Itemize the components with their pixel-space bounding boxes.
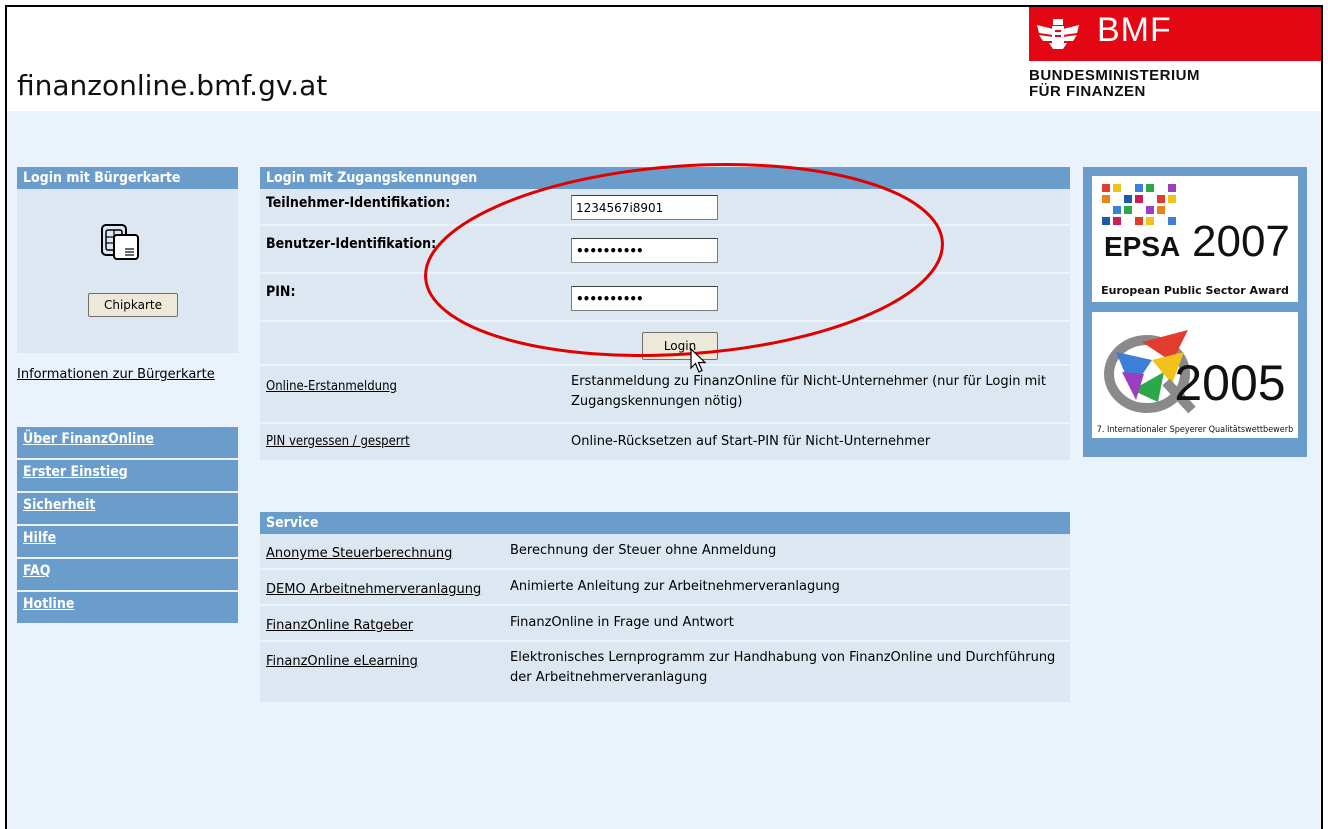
login-panel: Login mit Zugangskennungen Teilnehmer-Id… <box>260 167 1070 462</box>
nav-item-ueber-finanzonline[interactable]: Über FinanzOnline <box>17 427 238 460</box>
online-erstanmeldung-desc: Erstanmeldung zu FinanzOnline für Nicht-… <box>571 374 1046 409</box>
online-erstanmeldung-link[interactable]: Online-Erstanmeldung <box>266 379 397 394</box>
page-frame: finanzonline.bmf.gv.at BMF BUNDESMINISTE… <box>5 5 1323 829</box>
epsa-color-square <box>1113 206 1121 214</box>
pin-vergessen-row: PIN vergessen / gesperrt Online-Rücksetz… <box>260 424 1070 462</box>
epsa-color-square <box>1157 206 1165 214</box>
epsa-logo-icon: EPSA 2007 European Public Sector Award <box>1101 184 1290 297</box>
epsa-color-square <box>1135 217 1143 225</box>
buergerkarte-info-row: Informationen zur Bürgerkarte <box>17 353 238 393</box>
demo-arbeitnehmerveranlagung-link[interactable]: DEMO Arbeitnehmerveranlagung <box>266 582 481 597</box>
service-panel: Service Anonyme Steuerberechnung Berechn… <box>260 512 1070 704</box>
epsa-color-square <box>1113 184 1121 192</box>
epsa-caption: European Public Sector Award <box>1101 284 1289 297</box>
service-row-desc: Elektronisches Lernprogramm zur Handhabu… <box>510 650 1056 685</box>
buergerkarte-panel: Login mit Bürgerkarte Chipkarte Informat… <box>17 167 238 393</box>
teilnehmer-row: Teilnehmer-Identifikation: <box>260 189 1070 226</box>
epsa-award-badge: EPSA 2007 European Public Sector Award <box>1092 176 1298 302</box>
finanzonline-ratgeber-link[interactable]: FinanzOnline Ratgeber <box>266 618 413 633</box>
service-row: Anonyme Steuerberechnung Berechnung der … <box>260 534 1070 570</box>
epsa-color-square <box>1124 195 1132 203</box>
speyer-q-logo-icon: 2005 7. Internationaler Speyerer Qualitä… <box>1097 330 1294 435</box>
nav-item-sicherheit[interactable]: Sicherheit <box>17 493 238 526</box>
nav-item-faq[interactable]: FAQ <box>17 559 238 592</box>
epsa-color-square <box>1135 195 1143 203</box>
buergerkarte-info-link[interactable]: Informationen zur Bürgerkarte <box>17 367 215 382</box>
service-header: Service <box>260 512 1070 534</box>
awards-panel: EPSA 2007 European Public Sector Award 2… <box>1083 167 1307 457</box>
epsa-color-square <box>1135 184 1143 192</box>
service-row: FinanzOnline eLearning Elektronisches Le… <box>260 642 1070 704</box>
ministry-name-line2: FÜR FINANZEN <box>1029 83 1146 100</box>
eagle-emblem-icon <box>1037 19 1079 49</box>
smartcard-icon <box>101 224 139 260</box>
service-row: FinanzOnline Ratgeber FinanzOnline in Fr… <box>260 606 1070 642</box>
login-header: Login mit Zugangskennungen <box>260 167 1070 189</box>
pin-vergessen-link[interactable]: PIN vergessen / gesperrt <box>266 434 410 449</box>
finanzonline-elearning-link[interactable]: FinanzOnline eLearning <box>266 654 418 669</box>
benutzer-row: Benutzer-Identifikation: <box>260 226 1070 274</box>
epsa-color-square <box>1157 195 1165 203</box>
epsa-color-square <box>1146 206 1154 214</box>
ministry-name-line1: BUNDESMINISTERIUM <box>1029 67 1201 84</box>
service-row-desc: Berechnung der Steuer ohne Anmeldung <box>510 543 777 558</box>
pin-row: PIN: <box>260 274 1070 322</box>
epsa-color-square <box>1113 217 1121 225</box>
nav-item-erster-einstieg[interactable]: Erster Einstieg <box>17 460 238 493</box>
nav-item-hotline[interactable]: Hotline <box>17 592 238 625</box>
epsa-color-square <box>1168 217 1176 225</box>
epsa-color-square <box>1146 184 1154 192</box>
site-title: finanzonline.bmf.gv.at <box>17 69 328 102</box>
mouse-cursor-icon <box>690 348 707 373</box>
pin-password-input[interactable] <box>571 286 718 311</box>
service-row-desc: FinanzOnline in Frage und Antwort <box>510 615 734 630</box>
speyer-year: 2005 <box>1174 355 1285 411</box>
speyer-award-badge: 2005 7. Internationaler Speyerer Qualitä… <box>1092 312 1298 438</box>
anonyme-steuerberechnung-link[interactable]: Anonyme Steuerberechnung <box>266 546 452 561</box>
teilnehmer-input[interactable] <box>571 195 718 220</box>
epsa-color-square <box>1124 206 1132 214</box>
side-nav: Über FinanzOnline Erster Einstieg Sicher… <box>17 427 238 625</box>
teilnehmer-label: Teilnehmer-Identifikation: <box>266 195 451 211</box>
pin-vergessen-desc: Online-Rücksetzen auf Start-PIN für Nich… <box>571 434 931 449</box>
epsa-color-square <box>1102 195 1110 203</box>
login-button-row: Login <box>260 322 1070 366</box>
epsa-color-square <box>1168 184 1176 192</box>
erstanmeldung-row: Online-Erstanmeldung Erstanmeldung zu Fi… <box>260 366 1070 424</box>
benutzer-label: Benutzer-Identifikation: <box>266 236 437 252</box>
epsa-year: 2007 <box>1192 217 1290 266</box>
nav-item-hilfe[interactable]: Hilfe <box>17 526 238 559</box>
speyer-caption: 7. Internationaler Speyerer Qualitätswet… <box>1097 425 1294 435</box>
buergerkarte-body: Chipkarte <box>17 189 238 353</box>
epsa-color-square <box>1168 195 1176 203</box>
epsa-color-square <box>1102 184 1110 192</box>
buergerkarte-header: Login mit Bürgerkarte <box>17 167 238 189</box>
pin-label: PIN: <box>266 284 296 300</box>
epsa-color-square <box>1146 217 1154 225</box>
service-row: DEMO Arbeitnehmerveranlagung Animierte A… <box>260 570 1070 606</box>
benutzer-password-input[interactable] <box>571 238 718 263</box>
bmf-logo-banner: BMF <box>1029 7 1321 61</box>
bmf-logo-text: BMF <box>1097 11 1172 49</box>
service-row-desc: Animierte Anleitung zur Arbeitnehmervera… <box>510 579 840 594</box>
chipkarte-button[interactable]: Chipkarte <box>88 293 178 317</box>
epsa-logo-text: EPSA <box>1104 231 1180 262</box>
epsa-color-square <box>1102 217 1110 225</box>
